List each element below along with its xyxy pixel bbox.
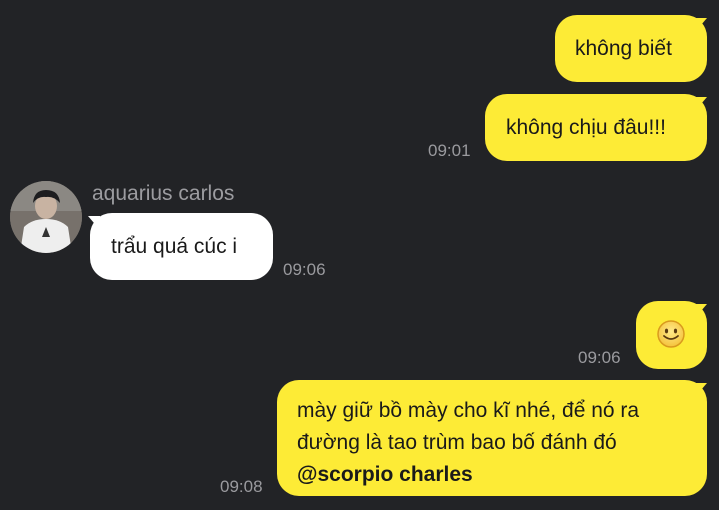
bubble-tail — [695, 383, 707, 397]
message-text-line: mày giữ bồ mày cho kĩ nhé, để nó ra — [297, 399, 640, 422]
bubble-tail — [88, 216, 100, 230]
message-text: trẩu quá cúc i — [111, 235, 238, 258]
mention-link[interactable]: @scorpio charles — [297, 459, 707, 491]
message-text: không biết — [575, 37, 672, 60]
message-timestamp: 09:08 — [220, 477, 263, 496]
sender-avatar[interactable] — [10, 181, 82, 253]
smiley-emoji-icon — [657, 320, 685, 348]
message-timestamp: 09:06 — [283, 260, 326, 279]
message-bubble-incoming[interactable]: trẩu quá cúc i — [90, 213, 273, 280]
user-avatar-icon — [10, 181, 82, 253]
bubble-tail — [695, 18, 707, 32]
message-timestamp: 09:01 — [428, 141, 471, 160]
message-bubble-outgoing[interactable]: không chịu đâu!!! — [485, 94, 707, 161]
message-bubble-outgoing[interactable]: mày giữ bồ mày cho kĩ nhé, để nó ra đườn… — [277, 380, 707, 496]
bubble-tail — [695, 304, 707, 318]
message-text: không chịu đâu!!! — [506, 116, 666, 139]
message-bubble-outgoing[interactable]: không biết — [555, 15, 707, 82]
sender-name: aquarius carlos — [92, 182, 235, 205]
message-timestamp: 09:06 — [578, 348, 621, 367]
bubble-tail — [695, 97, 707, 111]
message-text-line: đường là tao trùm bao bố đánh đó — [297, 431, 617, 454]
